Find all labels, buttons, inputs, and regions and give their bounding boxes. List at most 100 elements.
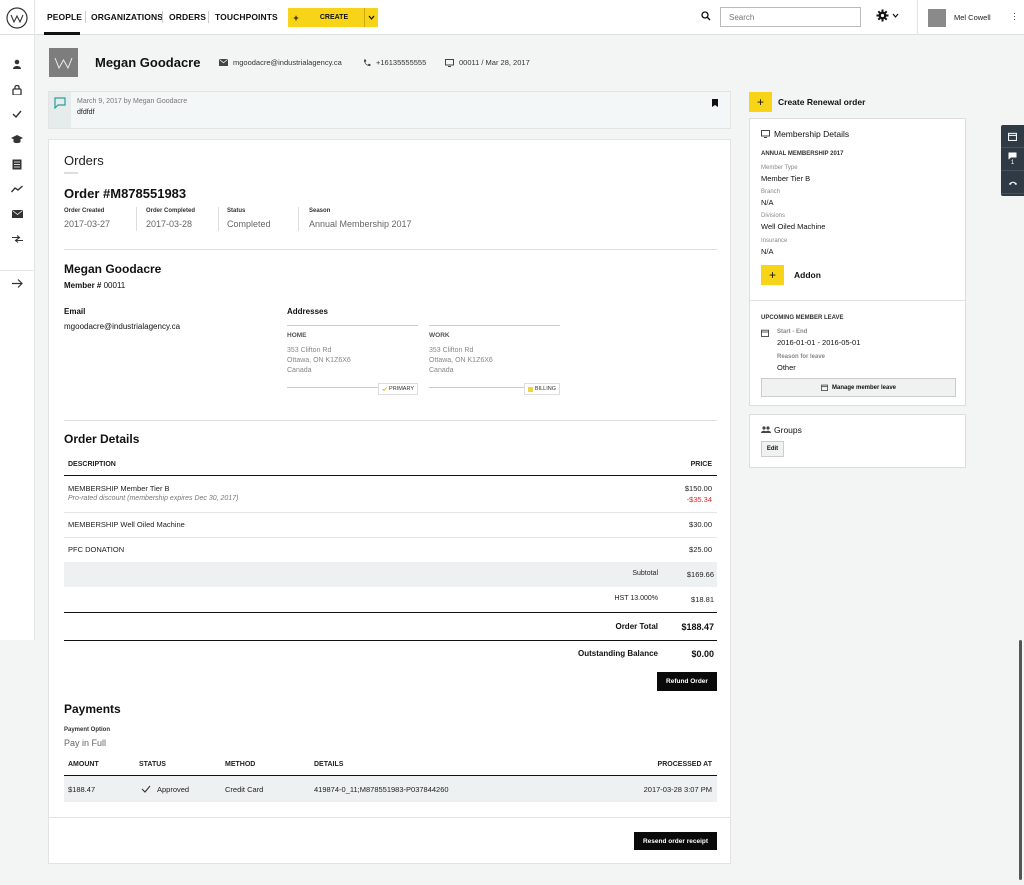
chevron-down-icon[interactable] <box>364 8 378 27</box>
customer-email: mgoodacre@industrialagency.ca <box>64 322 181 331</box>
nav-people[interactable]: PEOPLE <box>47 12 82 22</box>
nav-touchpoints[interactable]: TOUCHPOINTS <box>215 12 278 22</box>
chevron-down-icon <box>892 13 899 18</box>
resend-receipt-button[interactable]: Resend order receipt <box>634 832 717 850</box>
chat-icon <box>1008 152 1017 160</box>
user-menu[interactable]: Mel Cowell · · · <box>917 0 1024 35</box>
plus-icon: + <box>756 95 764 109</box>
logo[interactable] <box>0 0 35 35</box>
kebab-icon[interactable]: · · · <box>1013 9 1016 24</box>
check-icon <box>382 387 387 391</box>
summary-divider <box>218 207 219 231</box>
profile-avatar <box>49 48 78 77</box>
profile-name: Megan Goodacre <box>95 55 201 70</box>
balance-value: $0.00 <box>691 649 714 659</box>
addon-button[interactable]: + <box>761 265 784 285</box>
monitor-icon <box>445 58 454 67</box>
table-header-line <box>64 475 717 476</box>
plus-icon: + <box>293 12 299 23</box>
check-icon <box>141 785 151 793</box>
reason-label: Reason for leave <box>777 354 826 360</box>
note-icon-bar <box>49 92 71 128</box>
check-icon[interactable] <box>10 107 24 121</box>
section-title: Orders <box>64 153 104 168</box>
payments-title: Payments <box>64 702 121 716</box>
badge-label: PRIMARY <box>389 386 414 392</box>
payment-processed: 2017-03-28 3:07 PM <box>643 785 712 794</box>
chat-tab[interactable]: 1 <box>1001 148 1024 171</box>
transfer-icon[interactable] <box>10 232 24 246</box>
gear-icon <box>876 9 889 22</box>
groups-edit-button[interactable]: Edit <box>761 441 784 457</box>
calendar-icon <box>761 329 769 337</box>
groups-panel: Groups Edit <box>749 414 966 468</box>
membership-title: Membership Details <box>774 129 850 139</box>
divider <box>64 420 717 421</box>
order-number: Order #M878551983 <box>64 186 187 201</box>
lock-icon[interactable] <box>10 82 24 96</box>
chat-icon <box>54 97 66 109</box>
person-icon[interactable] <box>10 57 24 71</box>
order-completed-label: Order Completed <box>146 208 196 214</box>
arrow-right-icon[interactable] <box>10 276 24 290</box>
col-status: STATUS <box>139 761 166 768</box>
profile-header: Megan Goodacre mgoodacre@industrialagenc… <box>35 35 1024 90</box>
payment-method: Credit Card <box>225 785 264 794</box>
field-value: Well Oiled Machine <box>761 222 826 231</box>
field-value: N/A <box>761 198 774 207</box>
addresses-label: Addresses <box>287 307 328 316</box>
manage-leave-label: Manage member leave <box>831 384 897 391</box>
summary-divider <box>298 207 299 231</box>
addon-label[interactable]: Addon <box>794 270 821 280</box>
billing-icon <box>527 386 533 392</box>
nav-orders[interactable]: ORDERS <box>169 12 206 22</box>
status-label: Status <box>227 208 246 214</box>
phone-icon <box>1008 178 1018 186</box>
address-line: 353 Clifton Rd <box>287 347 332 354</box>
order-details-title: Order Details <box>64 432 140 446</box>
divider <box>750 300 965 301</box>
payment-option-value: Pay in Full <box>64 738 107 748</box>
season-value: Annual Membership 2017 <box>309 219 412 229</box>
graduation-cap-icon[interactable] <box>10 132 24 146</box>
create-renewal-button[interactable]: + <box>749 92 772 112</box>
orders-card: Orders Order #M878551983 Order Created 2… <box>48 139 731 864</box>
note-text: dfdfdf <box>77 109 95 116</box>
settings-menu[interactable] <box>876 9 899 22</box>
list-icon[interactable] <box>10 157 24 171</box>
calendar-tab[interactable] <box>1001 125 1024 148</box>
scrollbar[interactable] <box>1019 640 1022 880</box>
line-item-discount: -$35.34 <box>686 495 712 504</box>
col-processed: PROCESSED AT <box>657 761 712 768</box>
create-renewal-label[interactable]: Create Renewal order <box>778 97 865 107</box>
mail-icon[interactable] <box>10 207 24 221</box>
manage-leave-button[interactable]: Manage member leave <box>761 378 956 397</box>
row-divider <box>64 537 717 538</box>
profile-email[interactable]: mgoodacre@industrialagency.ca <box>219 58 342 67</box>
address-divider <box>429 325 560 326</box>
line-item-price: $150.00 <box>684 484 712 493</box>
search-icon[interactable] <box>701 11 711 21</box>
top-bar: PEOPLE ORGANIZATIONS ORDERS TOUCHPOINTS … <box>0 0 1024 35</box>
search-input[interactable] <box>720 7 861 27</box>
note-card[interactable]: March 9, 2017 by Megan Goodacre dfdfdf <box>48 91 731 129</box>
note-meta: March 9, 2017 by Megan Goodacre <box>77 98 188 105</box>
create-button[interactable]: + CREATE <box>288 8 378 27</box>
member-label: Member # <box>64 281 102 290</box>
range-label: Start - End <box>777 329 808 335</box>
range-value: 2016-01-01 - 2016-05-01 <box>777 338 861 347</box>
line-item-description: MEMBERSHIP Member Tier B <box>68 484 170 493</box>
refund-order-button[interactable]: Refund Order <box>657 672 717 691</box>
nav-organizations[interactable]: ORGANIZATIONS <box>91 12 163 22</box>
trend-icon[interactable] <box>10 182 24 196</box>
bookmark-icon[interactable] <box>712 99 718 107</box>
sidebar <box>0 35 35 640</box>
profile-phone[interactable]: +16135555555 <box>363 58 426 67</box>
nav-divider <box>208 11 209 23</box>
sidebar-divider <box>0 270 35 271</box>
mail-icon <box>219 59 228 66</box>
address-line: Canada <box>429 367 454 374</box>
line-item-description: PFC DONATION <box>68 545 125 554</box>
order-completed-value: 2017-03-28 <box>146 219 193 229</box>
phone-tab[interactable] <box>1001 171 1024 194</box>
